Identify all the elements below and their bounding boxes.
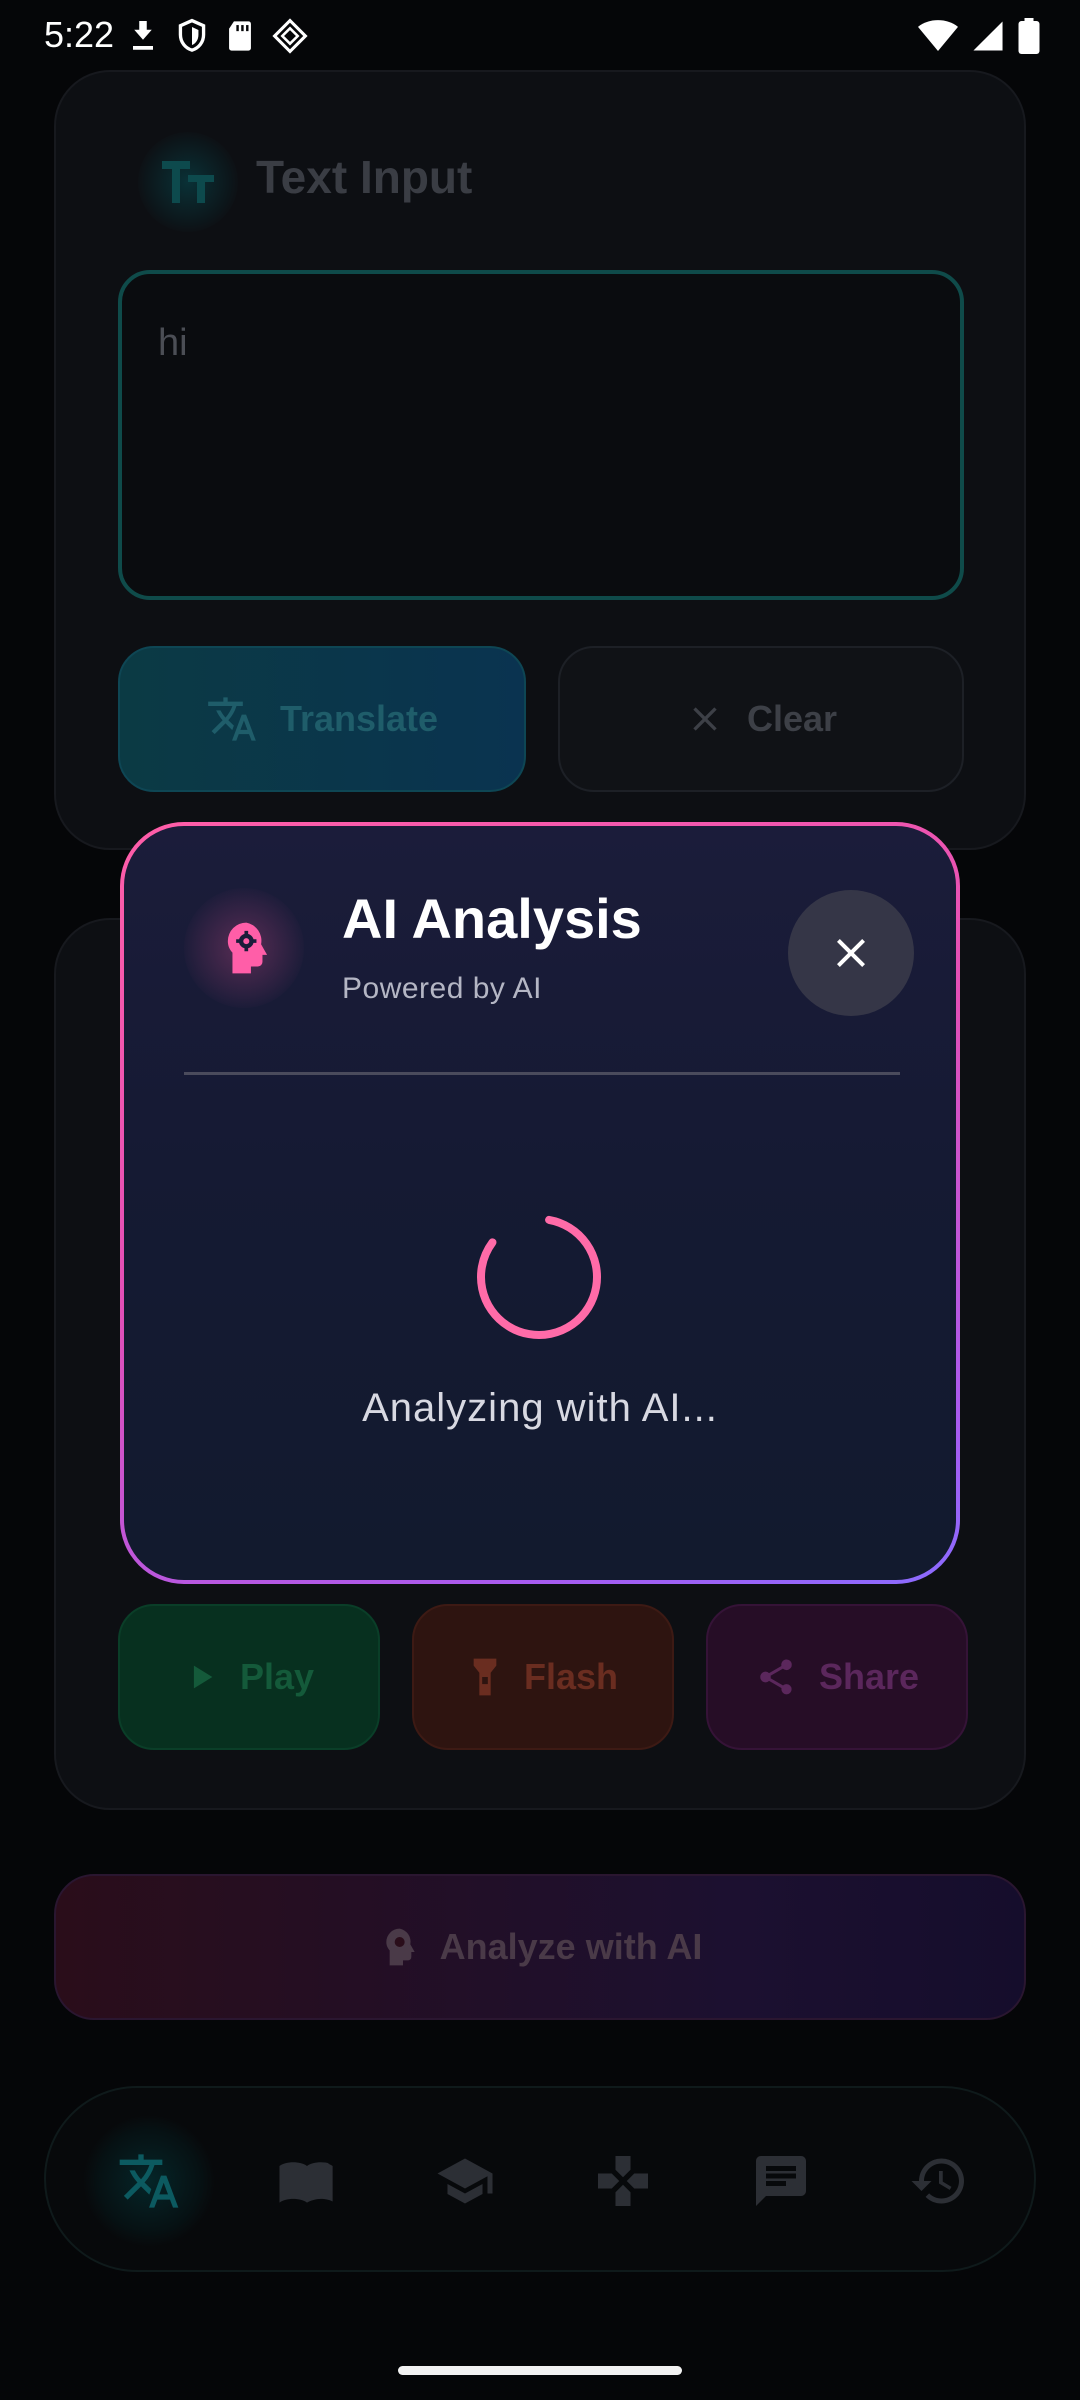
signal-icon — [973, 21, 1003, 51]
text-input-value: hi — [158, 322, 188, 364]
play-icon — [193, 1665, 213, 1689]
dialog-title: AI Analysis — [342, 887, 642, 950]
nav-game[interactable] — [558, 2116, 688, 2246]
gamepad-icon — [598, 2156, 648, 2206]
nav-history[interactable] — [874, 2116, 1004, 2246]
bottom-navigation — [44, 2086, 1036, 2272]
clear-button-label: Clear — [746, 698, 838, 739]
loading-text: Analyzing with AI... — [362, 1386, 718, 1430]
wifi-icon — [918, 20, 958, 51]
brain-head-icon — [184, 888, 304, 1008]
translate-button[interactable]: Translate — [118, 646, 526, 792]
loading-spinner — [477, 1215, 601, 1339]
download-icon — [133, 21, 153, 50]
nav-translate[interactable] — [84, 2116, 214, 2246]
text-format-icon — [138, 132, 238, 232]
sd-card-icon — [229, 21, 251, 51]
analyze-button-label: Analyze with AI — [439, 1926, 703, 1967]
flashlight-icon — [473, 1658, 497, 1696]
flash-button-label: Flash — [523, 1656, 619, 1697]
nav-book[interactable] — [242, 2116, 372, 2246]
close-icon — [693, 707, 717, 731]
share-icon — [760, 1659, 792, 1695]
text-input-card: Text Input hi Translate Clear — [54, 70, 1026, 850]
analyze-with-ai-button[interactable]: Analyze with AI — [54, 1874, 1026, 2020]
close-icon — [837, 939, 865, 967]
translate-icon — [119, 2154, 179, 2208]
dialog-subtitle: Powered by AI — [342, 972, 542, 1005]
flash-button[interactable]: Flash — [412, 1604, 674, 1750]
share-button[interactable]: Share — [706, 1604, 968, 1750]
share-button-label: Share — [818, 1656, 920, 1697]
brain-head-icon — [385, 1928, 415, 1966]
play-button[interactable]: Play — [118, 1604, 380, 1750]
dialog-divider — [184, 1072, 900, 1075]
clear-button[interactable]: Clear — [558, 646, 964, 792]
school-icon — [437, 2158, 493, 2204]
card-title: Text Input — [256, 151, 473, 203]
home-indicator[interactable] — [398, 2366, 682, 2375]
status-time: 5:22 — [44, 14, 115, 55]
history-icon — [911, 2158, 964, 2204]
translate-button-label: Translate — [279, 698, 439, 739]
status-bar: 5:22 — [0, 0, 1080, 72]
ai-analysis-dialog: AI Analysis Powered by AI Analyzing with… — [120, 822, 960, 1584]
dialog-body: AI Analysis Powered by AI Analyzing with… — [124, 826, 956, 1580]
nav-chat[interactable] — [716, 2116, 846, 2246]
nav-school[interactable] — [400, 2116, 530, 2246]
chat-icon — [756, 2156, 806, 2206]
battery-icon — [1018, 18, 1040, 54]
text-input-field[interactable]: hi — [118, 270, 964, 600]
translate-icon — [208, 697, 256, 741]
close-dialog-button[interactable] — [788, 890, 914, 1016]
shield-icon — [178, 18, 206, 52]
vpn-diamond-icon — [272, 18, 308, 54]
play-button-label: Play — [239, 1656, 315, 1697]
book-icon — [279, 2162, 333, 2203]
